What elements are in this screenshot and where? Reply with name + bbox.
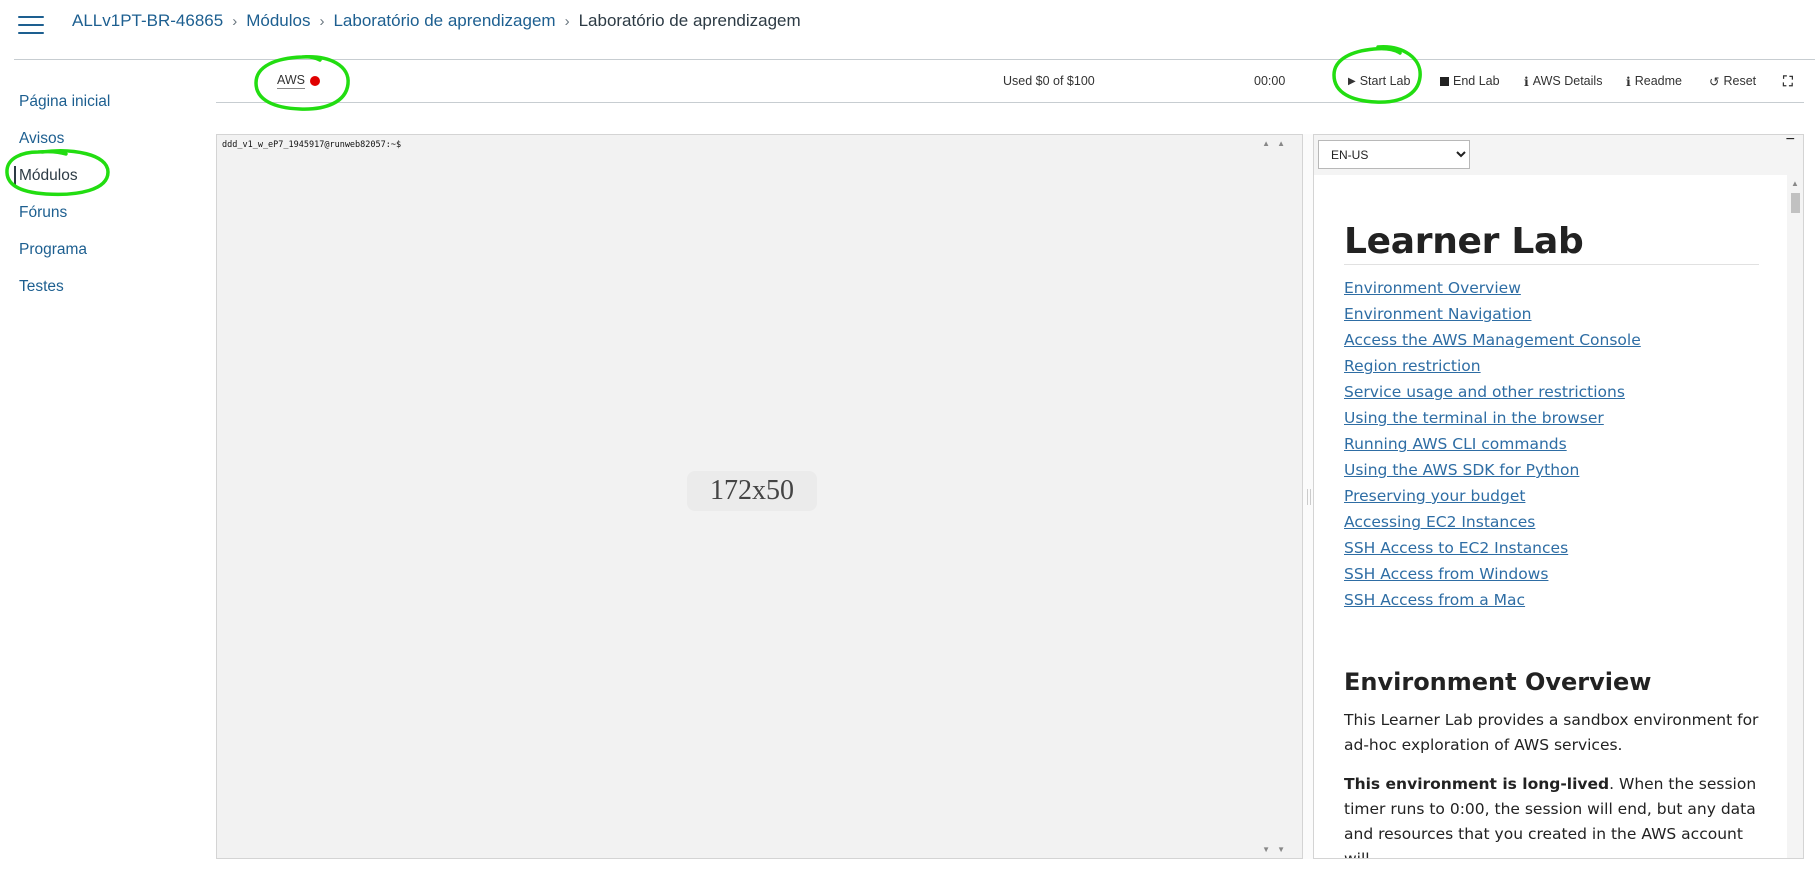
splitter-grip-icon	[1307, 489, 1311, 505]
breadcrumb-course[interactable]: ALLv1PT-BR-46865	[72, 11, 223, 31]
aws-console-link[interactable]: AWS	[277, 60, 321, 102]
breadcrumb-lab-module[interactable]: Laboratório de aprendizagem	[333, 11, 555, 31]
terminal-panel[interactable]: ddd_v1_w_eP7_1945917@runweb82057:~$ 172x…	[216, 134, 1303, 859]
toc-link[interactable]: Accessing EC2 Instances	[1344, 513, 1535, 531]
reset-button[interactable]: ↺ Reset	[1709, 60, 1756, 102]
reset-label: Reset	[1723, 74, 1757, 88]
info-icon: ℹ	[1626, 74, 1631, 89]
start-lab-button[interactable]: ▶ Start Lab	[1348, 60, 1410, 102]
terminal-prompt: ddd_v1_w_eP7_1945917@runweb82057:~$	[222, 140, 402, 150]
toc-link[interactable]: Access the AWS Management Console	[1344, 331, 1641, 349]
scroll-up-icon[interactable]: ▲▲	[1262, 139, 1292, 148]
toc-link[interactable]: SSH Access from a Mac	[1344, 591, 1525, 609]
lab-toolbar: AWS Used $0 of $100 00:00 ▶ Start Lab En…	[216, 60, 1804, 103]
course-nav: Página inicial Avisos Módulos Fóruns Pro…	[0, 88, 200, 310]
status-dot-icon	[310, 76, 321, 86]
long-lived-paragraph: This environment is long-lived. When the…	[1344, 772, 1759, 858]
breadcrumb-current: Laboratório de aprendizagem	[578, 11, 801, 30]
section-title: Environment Overview	[1344, 668, 1652, 696]
scrollbar-thumb[interactable]	[1791, 193, 1800, 213]
readme-button[interactable]: ℹ Readme	[1626, 60, 1682, 102]
aws-label: AWS	[277, 73, 306, 89]
toc-link[interactable]: Using the AWS SDK for Python	[1344, 461, 1579, 479]
breadcrumb: ALLv1PT-BR-46865 › Módulos › Laboratório…	[72, 11, 801, 31]
reset-icon: ↺	[1709, 74, 1720, 89]
minimize-icon[interactable]: −	[1786, 135, 1795, 149]
overview-paragraph: This Learner Lab provides a sandbox envi…	[1344, 711, 1759, 754]
stop-icon	[1440, 76, 1449, 86]
course-nav-quizzes[interactable]: Testes	[0, 273, 200, 310]
aws-details-label: AWS Details	[1532, 74, 1603, 88]
info-icon: ℹ	[1524, 74, 1529, 89]
fullscreen-icon[interactable]: ⛶	[1783, 60, 1793, 102]
start-lab-label: Start Lab	[1359, 74, 1411, 88]
course-nav-syllabus[interactable]: Programa	[0, 236, 200, 273]
course-nav-announcements[interactable]: Avisos	[0, 125, 200, 162]
hamburger-menu-icon[interactable]	[18, 14, 44, 34]
chevron-right-icon: ›	[319, 12, 325, 30]
course-nav-home[interactable]: Página inicial	[0, 88, 200, 125]
language-select[interactable]: EN-US	[1318, 140, 1470, 169]
toc-link[interactable]: Environment Overview	[1344, 279, 1521, 297]
end-lab-button[interactable]: End Lab	[1440, 60, 1500, 102]
readme-scrollbar[interactable]: ▲	[1787, 175, 1803, 858]
toc-link[interactable]: Region restriction	[1344, 357, 1481, 375]
readme-panel: EN-US − Learner Lab Environment Overview…	[1313, 134, 1804, 859]
aws-details-button[interactable]: ℹ AWS Details	[1524, 60, 1602, 102]
toc-link[interactable]: SSH Access from Windows	[1344, 565, 1548, 583]
readme-toc: Environment Overview Environment Navigat…	[1344, 275, 1759, 613]
readme-content: Learner Lab Environment Overview Environ…	[1314, 175, 1789, 858]
breadcrumb-modules[interactable]: Módulos	[246, 11, 310, 31]
course-nav-modules[interactable]: Módulos	[0, 162, 200, 199]
end-lab-label: End Lab	[1453, 74, 1500, 88]
terminal-size-overlay: 172x50	[687, 471, 817, 511]
budget-text: Used $0 of $100	[1003, 74, 1095, 88]
toc-link[interactable]: Preserving your budget	[1344, 487, 1525, 505]
session-timer: 00:00	[1254, 74, 1286, 88]
panel-splitter[interactable]	[1303, 134, 1313, 859]
toc-link[interactable]: SSH Access to EC2 Instances	[1344, 539, 1568, 557]
readme-label: Readme	[1634, 74, 1682, 88]
toc-link[interactable]: Environment Navigation	[1344, 305, 1532, 323]
play-icon: ▶	[1348, 75, 1356, 87]
toc-link[interactable]: Running AWS CLI commands	[1344, 435, 1567, 453]
course-nav-forums[interactable]: Fóruns	[0, 199, 200, 236]
toc-link[interactable]: Using the terminal in the browser	[1344, 409, 1604, 427]
toc-link[interactable]: Service usage and other restrictions	[1344, 383, 1625, 401]
chevron-right-icon: ›	[564, 12, 570, 30]
chevron-right-icon: ›	[232, 12, 238, 30]
scroll-down-icon[interactable]: ▼▼	[1262, 845, 1292, 854]
scroll-up-icon[interactable]: ▲	[1791, 179, 1799, 188]
long-lived-bold: This environment is long-lived	[1344, 775, 1610, 793]
readme-title: Learner Lab	[1344, 221, 1759, 265]
